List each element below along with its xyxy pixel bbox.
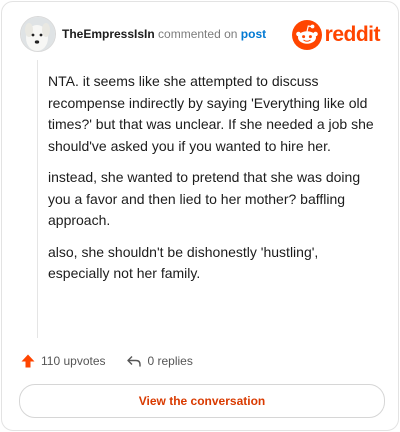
reply-arrow-icon[interactable] bbox=[126, 353, 142, 369]
post-link[interactable]: post bbox=[241, 27, 266, 41]
comment-actions: 110 upvotes 0 replies bbox=[20, 350, 193, 372]
view-conversation-button[interactable]: View the conversation bbox=[19, 384, 385, 418]
comment-body: NTA. it seems like she attempted to disc… bbox=[48, 71, 378, 295]
reddit-logo[interactable]: reddit bbox=[291, 20, 381, 50]
view-conversation-label: View the conversation bbox=[138, 394, 266, 408]
comment-paragraph-1: NTA. it seems like she attempted to disc… bbox=[48, 73, 374, 154]
username-link[interactable]: TheEmpressIsIn bbox=[62, 27, 155, 41]
reply-count: 0 replies bbox=[147, 354, 193, 368]
reply-action[interactable]: 0 replies bbox=[126, 353, 193, 369]
comment-header: TheEmpressIsIn commented on post reddit bbox=[20, 16, 382, 56]
comment-paragraph-3: also, she shouldn't be dishonestly 'hust… bbox=[48, 243, 319, 282]
user-avatar[interactable] bbox=[20, 16, 56, 52]
reddit-snoo-icon bbox=[291, 20, 322, 50]
commented-on-text: commented on bbox=[158, 27, 238, 41]
upvote-arrow-icon[interactable] bbox=[20, 353, 36, 369]
dog-avatar-icon bbox=[21, 17, 55, 51]
thread-line bbox=[37, 60, 38, 338]
comment-paragraph-2: instead, she wanted to pretend that she … bbox=[48, 169, 361, 228]
reddit-wordmark: reddit bbox=[324, 23, 381, 46]
upvote-action[interactable]: 110 upvotes bbox=[20, 353, 106, 369]
upvote-count: 110 upvotes bbox=[41, 354, 106, 368]
comment-card: TheEmpressIsIn commented on post reddit … bbox=[1, 1, 399, 431]
comment-meta: TheEmpressIsIn commented on post bbox=[62, 27, 266, 41]
